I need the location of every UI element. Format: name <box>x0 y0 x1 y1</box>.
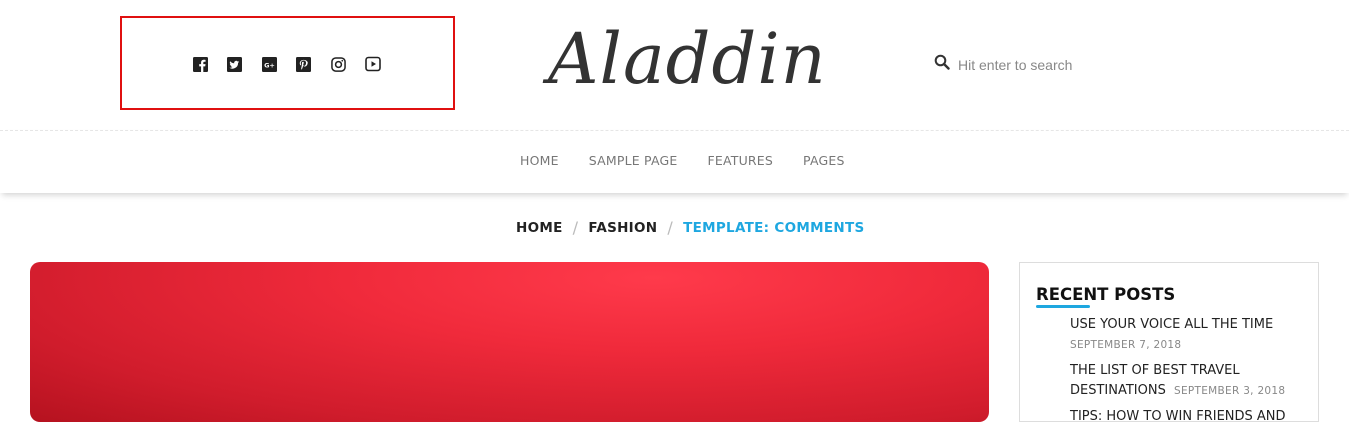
google-plus-icon[interactable]: G+ <box>261 56 277 72</box>
social-links-highlight: G+ <box>120 16 455 110</box>
nav-item-home[interactable]: HOME <box>520 153 559 168</box>
breadcrumb-separator: / <box>572 218 579 237</box>
widget-title-underline <box>1036 305 1090 308</box>
youtube-icon[interactable] <box>365 56 381 72</box>
nav-item-sample-page[interactable]: SAMPLE PAGE <box>589 153 678 168</box>
sidebar-widget-recent-posts: RECENT POSTS USE YOUR VOICE ALL THE TIME… <box>1019 262 1319 424</box>
svg-text:G+: G+ <box>264 61 275 69</box>
breadcrumb-current: TEMPLATE: COMMENTS <box>683 219 865 236</box>
list-item: TIPS: HOW TO WIN FRIENDS AND <box>1070 407 1310 427</box>
main-navigation: HOME SAMPLE PAGE FEATURES PAGES <box>0 130 1349 193</box>
search-icon[interactable] <box>934 54 958 75</box>
twitter-icon[interactable] <box>227 56 243 72</box>
pinterest-icon[interactable] <box>296 56 312 72</box>
widget-title: RECENT POSTS <box>1036 285 1176 304</box>
breadcrumb-home[interactable]: HOME <box>516 220 563 236</box>
list-item: THE LIST OF BEST TRAVEL DESTINATIONS SEP… <box>1070 361 1310 401</box>
list-item: USE YOUR VOICE ALL THE TIME SEPTEMBER 7,… <box>1070 315 1310 355</box>
featured-image <box>30 262 989 422</box>
instagram-icon[interactable] <box>330 56 346 72</box>
header-search <box>934 54 1158 75</box>
recent-posts-list: USE YOUR VOICE ALL THE TIME SEPTEMBER 7,… <box>1070 315 1310 433</box>
nav-item-pages[interactable]: PAGES <box>803 153 845 168</box>
breadcrumb-fashion[interactable]: FASHION <box>588 220 657 236</box>
breadcrumb-separator: / <box>667 218 674 237</box>
nav-item-features[interactable]: FEATURES <box>707 153 773 168</box>
social-icons: G+ <box>192 56 400 72</box>
breadcrumb: HOME / FASHION / TEMPLATE: COMMENTS <box>516 218 865 237</box>
search-input[interactable] <box>958 56 1158 73</box>
post-date: SEPTEMBER 3, 2018 <box>1173 385 1286 397</box>
post-link[interactable]: USE YOUR VOICE ALL THE TIME <box>1070 317 1273 332</box>
post-date: SEPTEMBER 7, 2018 <box>1070 339 1182 351</box>
post-link[interactable]: TIPS: HOW TO WIN FRIENDS AND <box>1070 409 1286 424</box>
facebook-icon[interactable] <box>192 56 208 72</box>
site-logo[interactable]: Aladdin <box>548 14 827 104</box>
site-header: G+ Aladdin <box>0 0 1349 130</box>
nav-menu: HOME SAMPLE PAGE FEATURES PAGES <box>520 153 875 168</box>
